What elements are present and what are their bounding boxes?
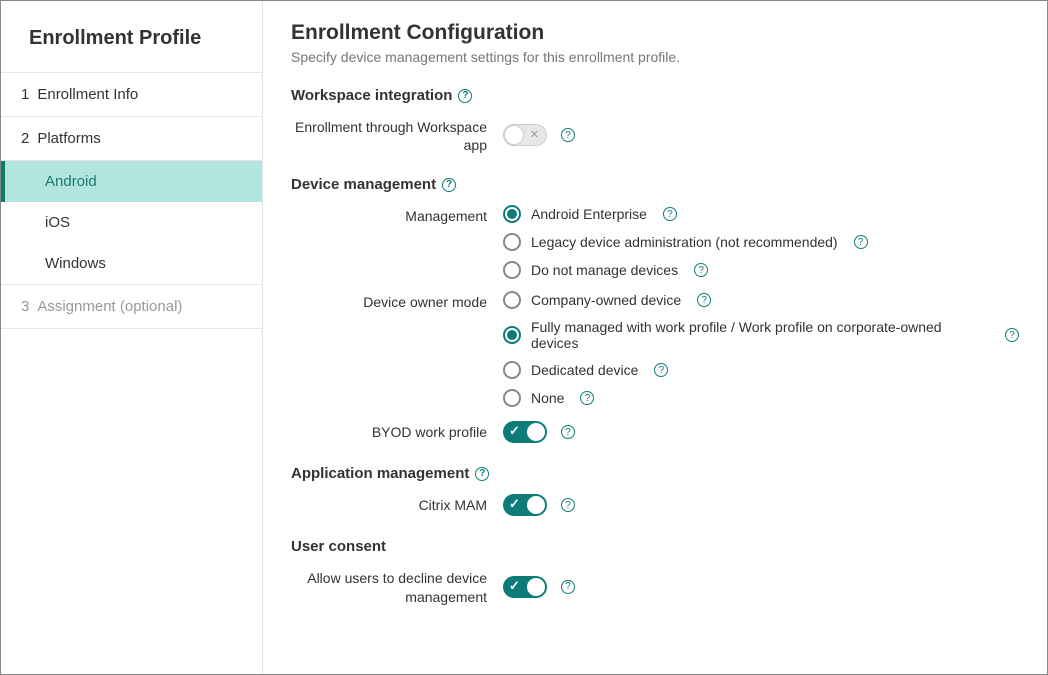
step-label: Assignment (optional) xyxy=(37,298,182,315)
sidebar-step-platforms[interactable]: 2 Platforms xyxy=(1,117,262,161)
radio-company-owned[interactable]: Company-owned device xyxy=(503,291,1019,309)
help-icon[interactable] xyxy=(561,498,575,512)
field-label-citrix-mam: Citrix MAM xyxy=(291,494,503,516)
subitem-label: iOS xyxy=(45,214,70,231)
radio-owner-none[interactable]: None xyxy=(503,389,1019,407)
section-workspace-integration: Workspace integration xyxy=(291,87,1019,104)
step-number: 3 xyxy=(21,298,29,315)
step-label: Enrollment Info xyxy=(37,86,138,103)
help-icon[interactable] xyxy=(458,89,472,103)
radio-group-management: Android Enterprise Legacy device adminis… xyxy=(503,205,1019,279)
field-label-byod: BYOD work profile xyxy=(291,421,503,443)
sidebar-subitem-android[interactable]: Android xyxy=(1,161,262,202)
help-icon[interactable] xyxy=(663,207,677,221)
radio-group-owner-mode: Company-owned device Fully managed with … xyxy=(503,291,1019,407)
radio-do-not-manage[interactable]: Do not manage devices xyxy=(503,261,1019,279)
help-icon[interactable] xyxy=(561,128,575,142)
sidebar-step-assignment[interactable]: 3 Assignment (optional) xyxy=(1,284,262,329)
field-label-management: Management xyxy=(291,205,503,279)
subitem-label: Windows xyxy=(45,255,106,272)
radio-legacy-device-admin[interactable]: Legacy device administration (not recomm… xyxy=(503,233,1019,251)
help-icon[interactable] xyxy=(561,425,575,439)
sidebar-step-enrollment-info[interactable]: 1 Enrollment Info xyxy=(1,73,262,117)
toggle-enrollment-workspace[interactable]: ✕ xyxy=(503,124,547,146)
section-user-consent: User consent xyxy=(291,538,1019,555)
field-label-device-owner-mode: Device owner mode xyxy=(291,291,503,407)
help-icon[interactable] xyxy=(654,363,668,377)
help-icon[interactable] xyxy=(475,467,489,481)
help-icon[interactable] xyxy=(694,263,708,277)
step-label: Platforms xyxy=(37,130,100,147)
field-label-enrollment-workspace: Enrollment through Workspace app xyxy=(291,116,503,154)
help-icon[interactable] xyxy=(580,391,594,405)
help-icon[interactable] xyxy=(561,580,575,594)
field-label-allow-decline: Allow users to decline device management xyxy=(291,567,503,605)
subitem-label: Android xyxy=(45,173,97,190)
radio-dedicated-device[interactable]: Dedicated device xyxy=(503,361,1019,379)
toggle-citrix-mam[interactable] xyxy=(503,494,547,516)
step-number: 1 xyxy=(21,86,29,103)
step-number: 2 xyxy=(21,130,29,147)
page-subtitle: Specify device management settings for t… xyxy=(291,49,1019,65)
help-icon[interactable] xyxy=(442,178,456,192)
toggle-allow-decline[interactable] xyxy=(503,576,547,598)
sidebar-subitem-windows[interactable]: Windows xyxy=(1,243,262,284)
sidebar-title: Enrollment Profile xyxy=(1,1,262,73)
radio-fully-managed[interactable]: Fully managed with work profile / Work p… xyxy=(503,319,1019,351)
help-icon[interactable] xyxy=(697,293,711,307)
sidebar: Enrollment Profile 1 Enrollment Info 2 P… xyxy=(1,1,263,674)
section-application-management: Application management xyxy=(291,465,1019,482)
page-title: Enrollment Configuration xyxy=(291,21,1019,45)
radio-android-enterprise[interactable]: Android Enterprise xyxy=(503,205,1019,223)
sidebar-subitem-ios[interactable]: iOS xyxy=(1,202,262,243)
toggle-byod-work-profile[interactable] xyxy=(503,421,547,443)
section-device-management: Device management xyxy=(291,176,1019,193)
help-icon[interactable] xyxy=(854,235,868,249)
main-content: Enrollment Configuration Specify device … xyxy=(263,1,1047,674)
help-icon[interactable] xyxy=(1005,328,1019,342)
